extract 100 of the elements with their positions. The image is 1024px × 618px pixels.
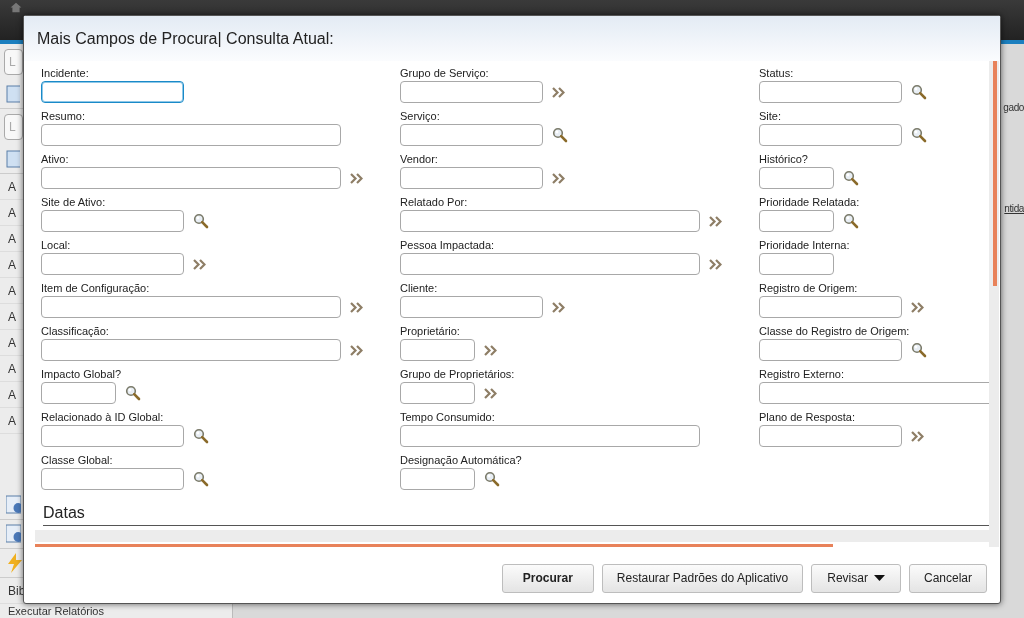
dialog-title: Mais Campos de Procura| Consulta Atual: [37, 29, 334, 48]
chevron-icon[interactable] [911, 301, 924, 313]
field-label: Prioridade Relatada: [759, 195, 861, 210]
input-field[interactable] [41, 167, 341, 189]
sidebar-item[interactable]: A [8, 231, 16, 246]
field-label: Classificação: [41, 324, 110, 339]
field-label: Tempo Consumido: [400, 410, 496, 425]
sidebar-item[interactable]: A [8, 309, 16, 324]
input-field[interactable] [759, 124, 902, 146]
search-icon[interactable] [193, 428, 209, 444]
horizontal-scrollbar[interactable] [35, 544, 833, 547]
field-label: Resumo: [41, 109, 87, 124]
input-field[interactable] [759, 81, 902, 103]
input-field[interactable] [41, 296, 341, 318]
chevron-icon[interactable] [911, 430, 924, 442]
search-icon[interactable] [125, 385, 141, 401]
search-button[interactable]: Procurar [501, 563, 594, 593]
field-label: Plano de Resposta: [759, 410, 856, 425]
input-field[interactable] [400, 124, 543, 146]
field-label: Item de Configuração: [41, 281, 151, 296]
search-icon[interactable] [484, 471, 500, 487]
sidebar-item[interactable]: A [8, 361, 16, 376]
search-icon[interactable] [843, 213, 859, 229]
input-field[interactable] [400, 382, 475, 404]
dialog-button[interactable]: Cancelar [908, 563, 987, 593]
field-label: Relacionado à ID Global: [41, 410, 165, 425]
input-field[interactable] [400, 167, 543, 189]
field-label: Designação Automática? [400, 453, 523, 468]
chevron-icon[interactable] [350, 172, 363, 184]
field-label: Impacto Global? [41, 367, 123, 382]
search-icon[interactable] [193, 213, 209, 229]
home-icon[interactable] [10, 2, 22, 13]
chevron-icon[interactable] [552, 86, 565, 98]
sidebar-item[interactable]: A [8, 179, 16, 194]
field-label: Vendor: [400, 152, 439, 167]
search-icon[interactable] [193, 471, 209, 487]
input-field[interactable] [41, 339, 341, 361]
chevron-icon[interactable] [552, 172, 565, 184]
chevron-icon[interactable] [350, 301, 363, 313]
input-field[interactable] [41, 425, 184, 447]
sidebar-item[interactable]: A [8, 283, 16, 298]
field-label: Site de Ativo: [41, 195, 107, 210]
field-label: Pessoa Impactada: [400, 238, 496, 253]
input-field[interactable] [759, 382, 989, 404]
input-field[interactable] [41, 124, 341, 146]
search-icon[interactable] [911, 127, 927, 143]
input-field[interactable] [41, 382, 116, 404]
field-label: Incidente: [41, 66, 90, 81]
sidebar-item[interactable]: A [8, 257, 16, 272]
menu-button[interactable]: Revisar [811, 563, 901, 593]
chevron-icon[interactable] [484, 387, 497, 399]
field-label: Classe do Registro de Origem: [759, 324, 911, 339]
sidebar-item[interactable]: A [8, 205, 16, 220]
section-heading: Datas [43, 504, 989, 526]
search-icon[interactable] [911, 84, 927, 100]
search-icon[interactable] [843, 170, 859, 186]
field-label: Registro Externo: [759, 367, 845, 382]
chevron-icon[interactable] [709, 215, 722, 227]
input-field[interactable] [400, 81, 543, 103]
input-field[interactable] [759, 210, 834, 232]
vertical-scrollbar[interactable] [993, 61, 997, 286]
input-field[interactable] [400, 210, 700, 232]
dialog-button[interactable]: Restaurar Padrões do Aplicativo [601, 563, 804, 593]
field-label: Local: [41, 238, 72, 253]
field-label: Grupo de Proprietários: [400, 367, 516, 382]
input-field[interactable] [759, 425, 902, 447]
search-icon[interactable] [911, 342, 927, 358]
input-field[interactable] [400, 296, 543, 318]
sidebar-item[interactable]: A [8, 387, 16, 402]
field-label: Status: [759, 66, 795, 81]
sidebar-item[interactable]: A [8, 413, 16, 428]
input-field[interactable] [759, 253, 834, 275]
input-field[interactable] [41, 210, 184, 232]
chevron-icon[interactable] [709, 258, 722, 270]
input-field[interactable] [41, 253, 184, 275]
field-label: Proprietário: [400, 324, 461, 339]
input-field[interactable] [759, 167, 834, 189]
input-field[interactable] [400, 253, 700, 275]
sidebar-item[interactable]: A [8, 335, 16, 350]
chevron-icon[interactable] [350, 344, 363, 356]
input-field[interactable] [400, 468, 475, 490]
field-label: Registro de Origem: [759, 281, 859, 296]
search-icon[interactable] [552, 127, 568, 143]
input-field[interactable] [41, 468, 184, 490]
input-field[interactable] [400, 425, 700, 447]
chevron-icon[interactable] [552, 301, 565, 313]
sidebar-link[interactable]: Executar Relatórios [8, 604, 104, 618]
field-label: Histórico? [759, 152, 809, 167]
input-field[interactable] [759, 339, 902, 361]
field-label: Ativo: [41, 152, 70, 167]
input-field[interactable] [41, 81, 184, 103]
caret-icon [873, 575, 885, 581]
column-link[interactable]: ntida [1004, 203, 1024, 214]
field-label: Serviço: [400, 109, 441, 124]
label-text: gado [1003, 102, 1024, 113]
input-field[interactable] [400, 339, 475, 361]
chevron-icon[interactable] [193, 258, 206, 270]
input-field[interactable] [759, 296, 902, 318]
window-icon[interactable] [6, 85, 20, 103]
chevron-icon[interactable] [484, 344, 497, 356]
